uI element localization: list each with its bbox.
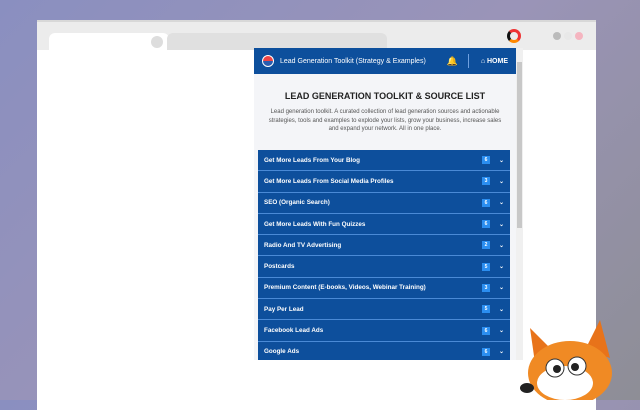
- count-badge: 2: [481, 241, 490, 250]
- browser-tab[interactable]: [49, 33, 169, 53]
- category-item[interactable]: Facebook Lead Ads 6 ⌄: [258, 320, 510, 342]
- category-item[interactable]: Radio And TV Advertising 2 ⌄: [258, 235, 510, 257]
- home-button[interactable]: ⌂ HOME: [481, 58, 508, 65]
- category-list: Get More Leads From Your Blog 6 ⌄ Get Mo…: [258, 150, 510, 360]
- count-badge: 3: [481, 177, 490, 186]
- count-badge: 6: [481, 156, 490, 165]
- logo-icon: [262, 55, 274, 67]
- category-label: Premium Content (E-books, Videos, Webina…: [264, 284, 426, 292]
- category-item[interactable]: Google Ads 6 ⌄: [258, 341, 510, 360]
- category-item[interactable]: Get More Leads From Your Blog 6 ⌄: [258, 150, 510, 172]
- scrollbar-thumb[interactable]: [517, 62, 522, 228]
- chevron-down-icon[interactable]: ⌄: [499, 348, 504, 355]
- page-title: LEAD GENERATION TOOLKIT & SOURCE LIST: [284, 91, 486, 101]
- chevron-down-icon[interactable]: ⌄: [499, 199, 504, 206]
- category-label: Google Ads: [264, 348, 300, 356]
- chevron-down-icon[interactable]: ⌄: [499, 306, 504, 313]
- category-item[interactable]: Get More Leads With Fun Quizzes 6 ⌄: [258, 213, 510, 236]
- tab-bar: [37, 22, 596, 53]
- category-label: Get More Leads With Fun Quizzes: [264, 220, 366, 228]
- divider: [467, 54, 469, 68]
- minimize-button[interactable]: [553, 32, 561, 40]
- chevron-down-icon[interactable]: ⌄: [499, 242, 504, 249]
- count-badge: 6: [481, 220, 490, 229]
- count-badge: 5: [481, 305, 490, 314]
- scrollbar[interactable]: [516, 48, 523, 360]
- category-item[interactable]: Pay Per Lead 5 ⌄: [258, 299, 510, 321]
- category-label: Get More Leads From Social Media Profile…: [264, 177, 394, 185]
- category-item[interactable]: Postcards 5 ⌄: [258, 256, 510, 278]
- maximize-button[interactable]: [564, 32, 572, 40]
- category-item[interactable]: SEO (Organic Search) 6 ⌄: [258, 192, 510, 214]
- chevron-down-icon[interactable]: ⌄: [499, 284, 504, 291]
- extension-popup: Lead Generation Toolkit (Strategy & Exam…: [254, 48, 516, 360]
- close-button[interactable]: [575, 32, 583, 40]
- count-badge: 6: [481, 326, 490, 335]
- popup-header: Lead Generation Toolkit (Strategy & Exam…: [254, 48, 516, 74]
- chevron-down-icon[interactable]: ⌄: [499, 327, 504, 334]
- count-badge: 5: [481, 262, 490, 271]
- home-label: HOME: [487, 57, 508, 65]
- chevron-down-icon[interactable]: ⌄: [499, 157, 504, 164]
- category-label: Postcards: [264, 263, 295, 271]
- count-badge: 6: [481, 198, 490, 207]
- chevron-down-icon[interactable]: ⌄: [499, 221, 504, 228]
- category-item[interactable]: Premium Content (E-books, Videos, Webina…: [258, 277, 510, 300]
- category-label: Get More Leads From Your Blog: [264, 156, 360, 164]
- category-label: Facebook Lead Ads: [264, 327, 324, 335]
- bell-icon[interactable]: 🔔: [447, 56, 458, 67]
- category-item[interactable]: Get More Leads From Social Media Profile…: [258, 171, 510, 193]
- category-label: Pay Per Lead: [264, 305, 304, 313]
- extension-icon[interactable]: [507, 29, 521, 43]
- fox-mascot: [520, 320, 612, 400]
- chevron-down-icon[interactable]: ⌄: [499, 263, 504, 270]
- category-label: Radio And TV Advertising: [264, 241, 342, 249]
- header-title: Lead Generation Toolkit (Strategy & Exam…: [280, 57, 426, 65]
- category-label: SEO (Organic Search): [264, 199, 330, 207]
- tab-close-icon[interactable]: [151, 36, 163, 48]
- description: Lead generation toolkit. A curated colle…: [268, 109, 502, 132]
- count-badge: 3: [481, 283, 490, 292]
- count-badge: 6: [481, 347, 490, 356]
- chevron-down-icon[interactable]: ⌄: [499, 178, 504, 185]
